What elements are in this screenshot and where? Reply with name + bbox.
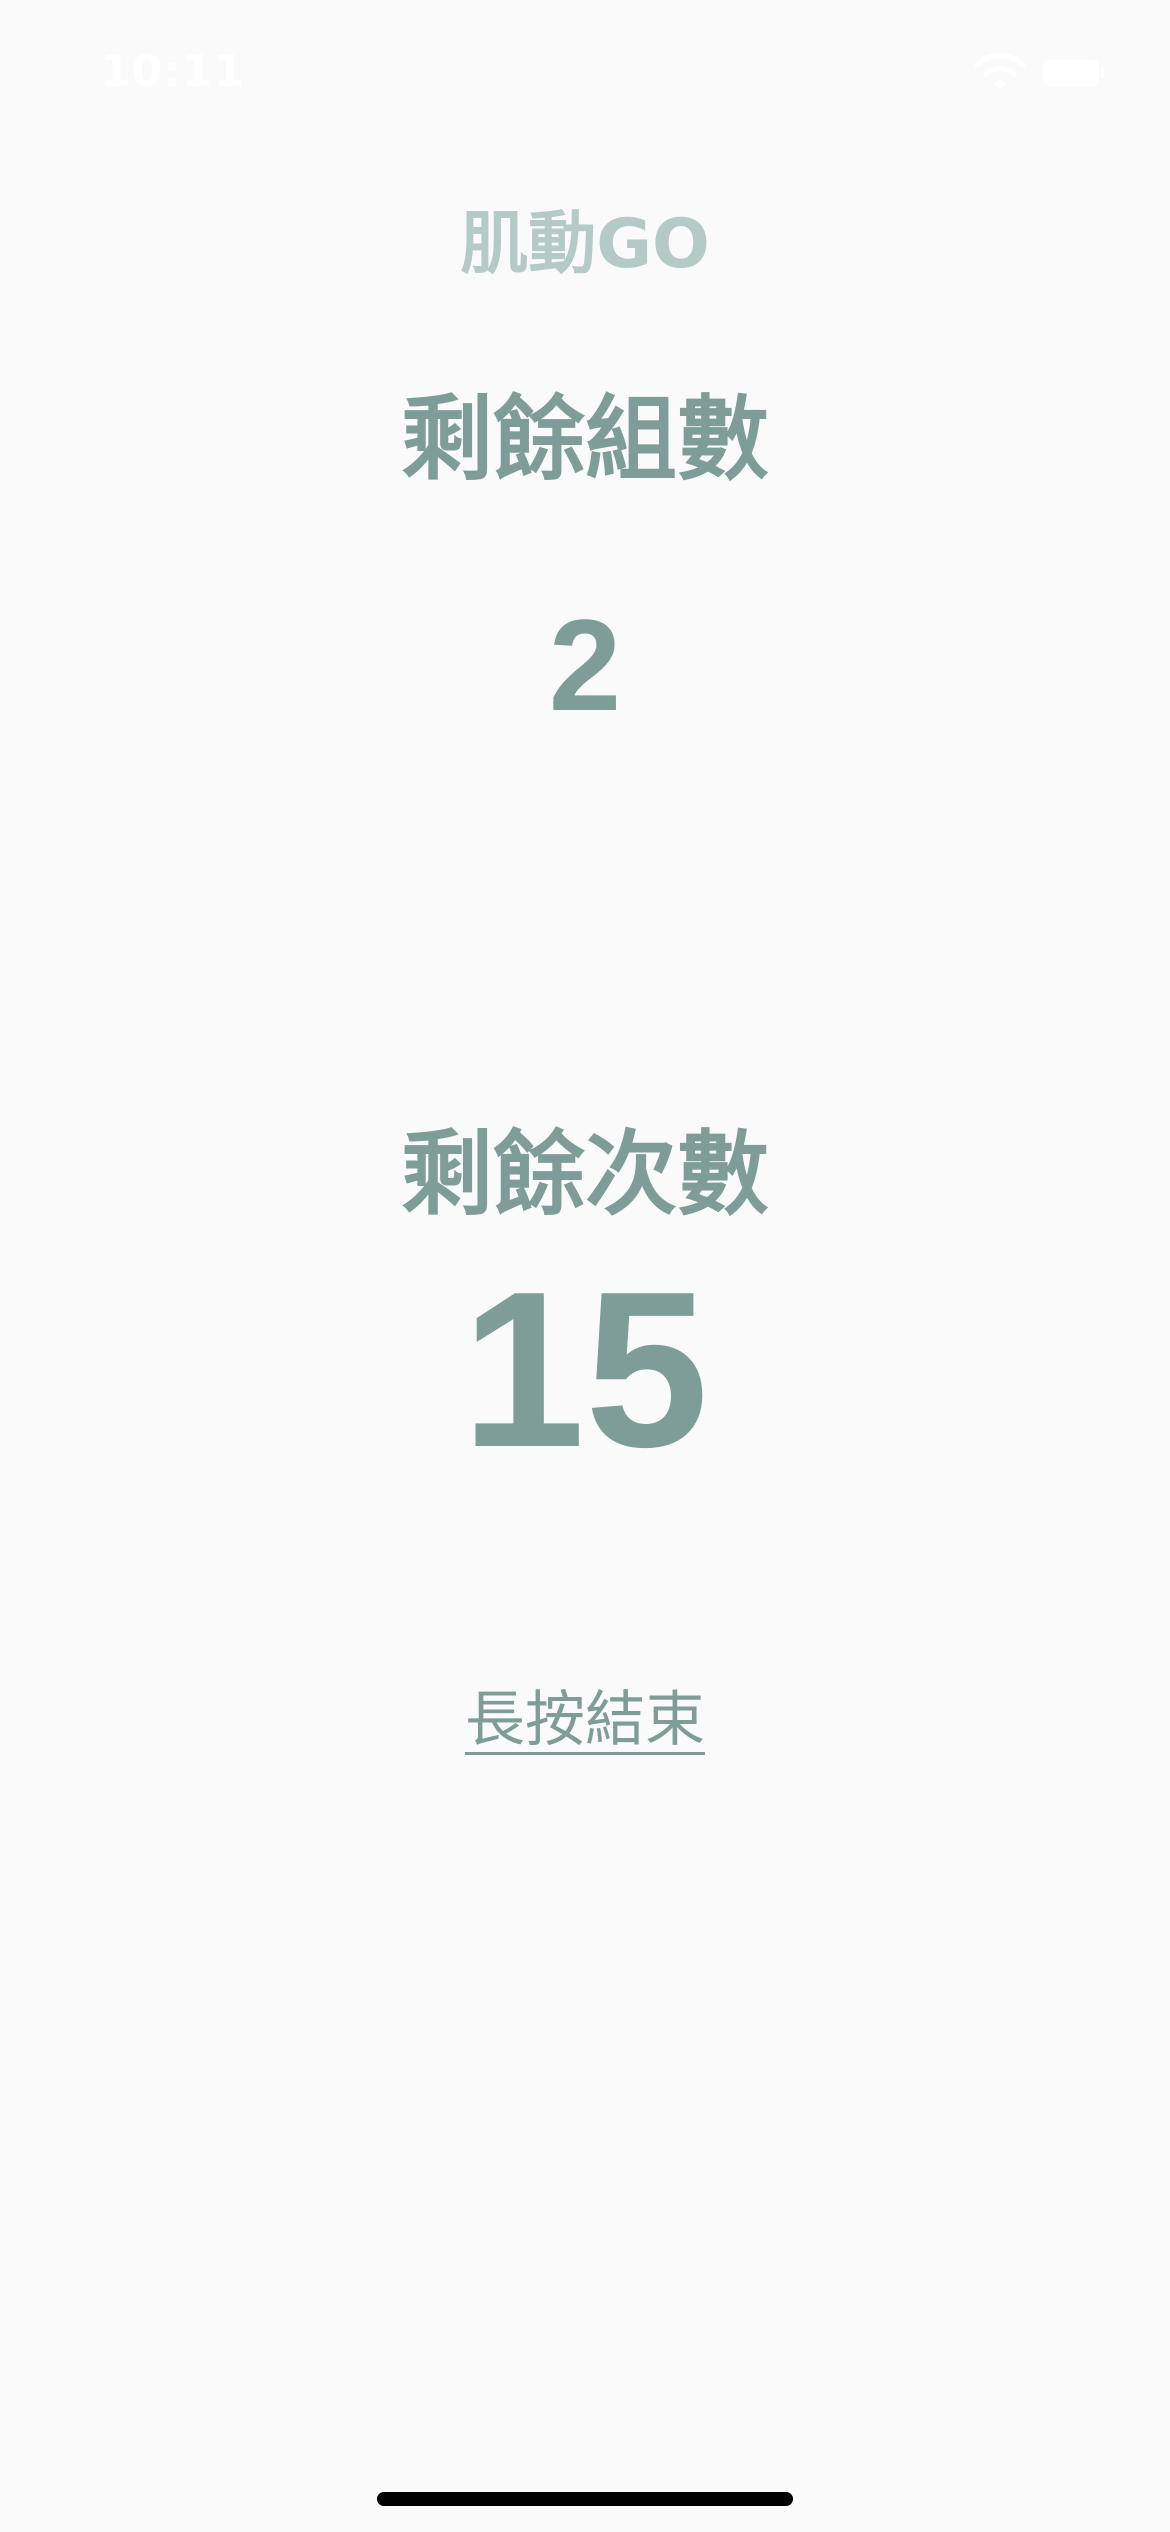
wifi-icon [974, 53, 1026, 90]
remaining-reps-label: 剩餘次數 [400, 1121, 769, 1228]
status-bar: 10:11 [0, 0, 1170, 150]
app-title: 肌動GO [460, 205, 710, 284]
battery-icon [1043, 60, 1105, 86]
end-workout-container: 長按結束 [0, 1680, 1170, 1760]
long-press-end-button[interactable]: 長按結束 [465, 1685, 705, 1755]
home-indicator[interactable] [377, 2492, 793, 2506]
status-time: 10:11 [100, 46, 246, 97]
remaining-sets-label: 剩餘組數 [400, 386, 769, 493]
remaining-sets-value: 2 [548, 592, 622, 738]
remaining-reps-value: 15 [461, 1246, 709, 1494]
